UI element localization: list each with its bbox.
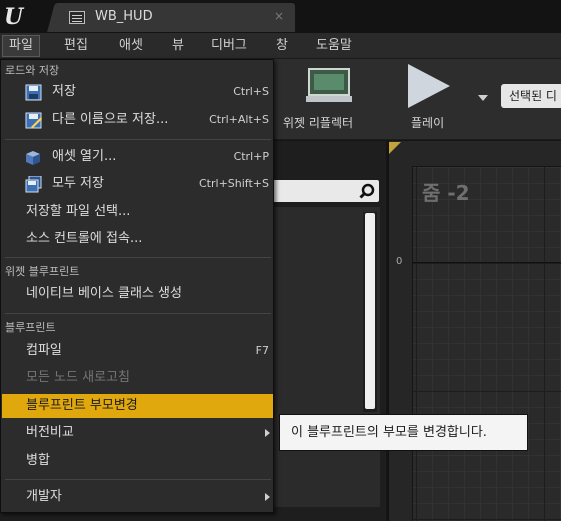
play-options-chevron-down-icon[interactable] [478, 95, 488, 101]
reparent-label: 블루프린트 부모변경 [26, 398, 138, 413]
tab-title: WB_HUD [95, 9, 153, 24]
menu-separator [5, 479, 271, 480]
ruler-zero-label: 0 [396, 256, 403, 267]
widget-blueprint-icon [69, 11, 85, 24]
save-shortcut: Ctrl+S [233, 85, 269, 98]
menu-item-source-control[interactable]: 소스 컨트롤에 접속... [2, 227, 273, 251]
submenu-arrow-icon [265, 429, 270, 437]
widget-reflector-label[interactable]: 위젯 리플렉터 [283, 114, 353, 131]
developer-label: 개발자 [26, 489, 62, 504]
section-load-save: 로드와 저장 [5, 64, 60, 77]
menu-item-merge[interactable]: 병합 [2, 449, 273, 473]
menu-window[interactable]: 창 [270, 35, 294, 57]
reparent-tooltip: 이 블루프린트의 부모를 변경합니다. [279, 414, 528, 451]
play-icon[interactable] [408, 64, 450, 108]
title-bar: U WB_HUD × [0, 0, 561, 33]
menu-view[interactable]: 뷰 [166, 35, 190, 57]
save-as-label: 다른 이름으로 저장... [52, 112, 169, 127]
choose-files-label: 저장할 파일 선택... [26, 204, 131, 219]
section-widget-blueprint: 위젯 블루프린트 [5, 265, 80, 278]
play-label[interactable]: 플레이 [411, 114, 444, 131]
native-base-label: 네이티브 베이스 클래스 생성 [26, 286, 182, 301]
menu-item-choose-files-to-save[interactable]: 저장할 파일 선택... [2, 200, 273, 224]
menu-item-save-all[interactable]: 모두 저장 Ctrl+Shift+S [2, 172, 273, 196]
save-all-shortcut: Ctrl+Shift+S [199, 177, 269, 190]
menu-item-reparent-blueprint[interactable]: 블루프린트 부모변경 [2, 394, 273, 418]
diff-label: 버전비교 [26, 425, 74, 440]
menu-item-developer[interactable]: 개발자 [2, 485, 273, 509]
zoom-level-label: 줌 -2 [422, 181, 470, 205]
save-label: 저장 [52, 84, 76, 99]
save-as-shortcut: Ctrl+Alt+S [209, 113, 269, 126]
menu-help[interactable]: 도움말 [310, 35, 358, 57]
submenu-arrow-icon [265, 493, 270, 501]
designer-grid[interactable] [412, 166, 561, 521]
save-as-icon [25, 112, 42, 129]
menu-item-create-native-base-class[interactable]: 네이티브 베이스 클래스 생성 [2, 282, 273, 306]
menu-separator [5, 139, 271, 140]
tab-close-icon[interactable]: × [274, 9, 284, 23]
menu-bar: 파일 편집 애셋 뷰 디버그 창 도움말 [0, 33, 561, 59]
file-menu-dropdown: 로드와 저장 저장 Ctrl+S 다른 이름으로 저장... Ctrl+Alt+… [0, 59, 274, 513]
menu-file[interactable]: 파일 [2, 35, 40, 57]
menu-separator [5, 313, 271, 314]
menu-debug[interactable]: 디버그 [205, 35, 253, 57]
menu-item-open-asset[interactable]: 애셋 열기... Ctrl+P [2, 145, 273, 169]
scrollbar-thumb[interactable] [365, 213, 375, 409]
merge-label: 병합 [26, 453, 50, 468]
open-asset-label: 애셋 열기... [52, 149, 117, 164]
debug-object-select[interactable]: 선택된 디 [501, 84, 561, 108]
menu-item-save[interactable]: 저장 Ctrl+S [2, 80, 273, 104]
source-control-label: 소스 컨트롤에 접속... [26, 231, 143, 246]
menu-item-save-as[interactable]: 다른 이름으로 저장... Ctrl+Alt+S [2, 108, 273, 132]
compile-label: 컴파일 [26, 343, 62, 358]
widget-reflector-icon[interactable] [304, 66, 354, 106]
menu-item-compile[interactable]: 컴파일 F7 [2, 339, 273, 363]
menu-item-refresh-all-nodes[interactable]: 모든 노드 새로고침 [2, 366, 273, 390]
save-all-icon [25, 176, 42, 193]
menu-item-diff[interactable]: 버전비교 [2, 421, 273, 445]
open-asset-shortcut: Ctrl+P [233, 150, 269, 163]
open-asset-icon [26, 151, 40, 165]
save-icon [25, 84, 42, 101]
menu-separator [5, 257, 271, 258]
refresh-nodes-label: 모든 노드 새로고침 [26, 370, 130, 385]
unreal-logo-icon[interactable]: U [4, 4, 34, 30]
search-icon [359, 183, 375, 199]
graph-corner-marker [389, 142, 401, 154]
save-all-label: 모두 저장 [52, 176, 104, 191]
ruler-line [412, 262, 561, 263]
section-blueprint: 블루프린트 [5, 321, 56, 334]
menu-edit[interactable]: 편집 [58, 35, 94, 57]
menu-asset[interactable]: 애셋 [113, 35, 149, 57]
document-tab[interactable]: WB_HUD × [60, 3, 295, 32]
compile-shortcut: F7 [255, 344, 269, 357]
